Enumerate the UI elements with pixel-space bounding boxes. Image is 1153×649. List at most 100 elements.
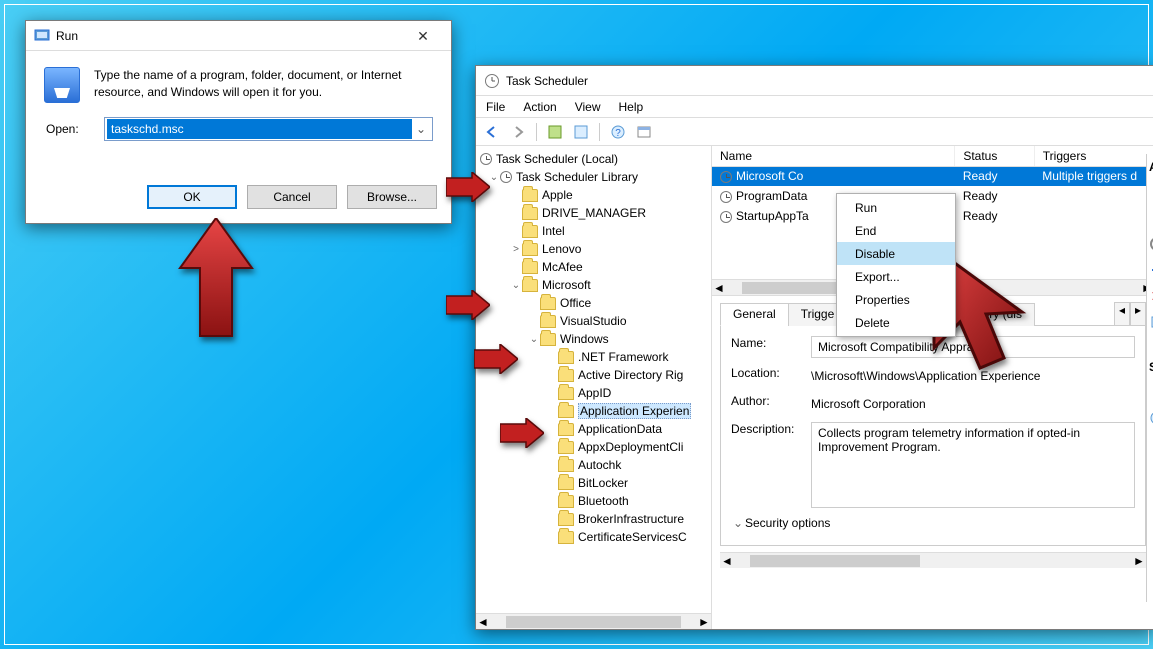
ts-toolbar: ?	[476, 118, 1153, 146]
detail-author-label: Author:	[731, 394, 811, 414]
tutorial-arrow-icon	[446, 172, 490, 202]
browse-button[interactable]: Browse...	[347, 185, 437, 209]
tree-node[interactable]: Intel	[478, 222, 709, 240]
ts-title: Task Scheduler	[506, 74, 1146, 88]
tutorial-arrow-icon	[500, 418, 544, 448]
folder-icon	[558, 531, 574, 544]
tree-node[interactable]: CertificateServicesC	[478, 528, 709, 546]
back-icon[interactable]	[482, 122, 502, 142]
run-icon	[34, 28, 50, 44]
folder-icon	[522, 261, 538, 274]
expander-icon[interactable]: ⌄	[528, 334, 540, 345]
folder-icon	[558, 423, 574, 436]
delete-icon[interactable]	[1149, 288, 1153, 304]
cancel-button[interactable]: Cancel	[247, 185, 337, 209]
tree-node[interactable]: Apple	[478, 186, 709, 204]
navigation-tree[interactable]: Task Scheduler (Local) ⌄ Task Scheduler …	[476, 146, 712, 629]
folder-icon	[522, 243, 538, 256]
run-task-icon[interactable]	[1149, 384, 1153, 400]
help-icon[interactable]: ?	[608, 122, 628, 142]
ts-menubar: File Action View Help	[476, 96, 1153, 118]
properties-icon[interactable]	[1149, 314, 1153, 330]
chevron-down-icon[interactable]: ⌄	[731, 516, 745, 530]
tutorial-arrow-icon	[176, 218, 256, 338]
folder-icon	[558, 369, 574, 382]
tutorial-arrow-icon	[474, 344, 518, 374]
tree-node[interactable]: ⌄Microsoft	[478, 276, 709, 294]
folder-icon	[522, 189, 538, 202]
security-options-label[interactable]: Security options	[745, 516, 830, 530]
tree-node[interactable]: Bluetooth	[478, 492, 709, 510]
col-status[interactable]: Status	[955, 146, 1034, 166]
open-combobox[interactable]: ⌄	[104, 117, 433, 141]
tree-root[interactable]: Task Scheduler (Local)	[496, 152, 618, 166]
folder-icon	[558, 441, 574, 454]
tree-node[interactable]: VisualStudio	[478, 312, 709, 330]
tree-node[interactable]: Office	[478, 294, 709, 312]
detail-description-field[interactable]: Collects program telemetry information i…	[811, 422, 1135, 508]
tree-node[interactable]: DRIVE_MANAGER	[478, 204, 709, 222]
expander-icon[interactable]: ⌄	[510, 280, 522, 291]
detail-hscrollbar[interactable]: ◄►	[720, 552, 1146, 568]
export-icon[interactable]	[1149, 262, 1153, 278]
tree-node[interactable]: >Lenovo	[478, 240, 709, 258]
ctx-run[interactable]: Run	[837, 196, 955, 219]
menu-help[interactable]: Help	[619, 100, 644, 114]
expander-icon[interactable]: >	[510, 244, 522, 255]
tab-general[interactable]: General	[720, 303, 789, 326]
ctx-properties[interactable]: Properties	[837, 288, 955, 311]
context-menu: Run End Disable Export... Properties Del…	[836, 193, 956, 337]
run-program-icon	[44, 67, 80, 103]
ok-button[interactable]: OK	[147, 185, 237, 209]
folder-icon	[558, 405, 574, 418]
col-triggers[interactable]: Triggers	[1034, 146, 1153, 166]
tree-node[interactable]: Autochk	[478, 456, 709, 474]
end-task-icon[interactable]	[1149, 210, 1153, 226]
tree-node[interactable]: BrokerInfrastructure	[478, 510, 709, 528]
folder-icon	[540, 333, 556, 346]
clock-icon	[720, 171, 732, 183]
clock-icon	[720, 211, 732, 223]
forward-icon[interactable]	[508, 122, 528, 142]
properties-icon[interactable]	[571, 122, 591, 142]
open-input[interactable]	[107, 119, 412, 139]
run-titlebar[interactable]: Run ✕	[26, 21, 451, 51]
actions-header: A	[1149, 160, 1153, 174]
ctx-delete[interactable]: Delete	[837, 311, 955, 334]
folder-icon	[540, 297, 556, 310]
tab-scroll-right-icon[interactable]: ▸	[1130, 302, 1146, 325]
ctx-disable[interactable]: Disable	[837, 242, 955, 265]
tree-node[interactable]: AppID	[478, 384, 709, 402]
detail-location-label: Location:	[731, 366, 811, 386]
disable-icon[interactable]	[1149, 236, 1153, 252]
folder-icon	[522, 207, 538, 220]
close-icon[interactable]: ✕	[403, 24, 443, 48]
menu-file[interactable]: File	[486, 100, 505, 114]
menu-view[interactable]: View	[575, 100, 601, 114]
chevron-down-icon[interactable]: ⌄	[412, 122, 430, 136]
table-row[interactable]: Microsoft CoReadyMultiple triggers d	[712, 166, 1153, 186]
detail-author: Microsoft Corporation	[811, 394, 1135, 414]
tree-hscrollbar[interactable]: ◄►	[476, 613, 711, 629]
folder-icon	[522, 225, 538, 238]
detail-description-label: Description:	[731, 422, 811, 508]
refresh-icon[interactable]	[545, 122, 565, 142]
tree-node[interactable]: McAfee	[478, 258, 709, 276]
run-task-icon[interactable]	[1149, 184, 1153, 200]
svg-text:?: ?	[615, 128, 621, 139]
menu-action[interactable]: Action	[523, 100, 556, 114]
folder-icon	[558, 387, 574, 400]
help-icon[interactable]	[1149, 410, 1153, 426]
folder-icon	[540, 315, 556, 328]
ts-titlebar[interactable]: Task Scheduler	[476, 66, 1153, 96]
col-name[interactable]: Name	[712, 146, 955, 166]
actions-panel[interactable]: A S	[1146, 154, 1153, 602]
panel-icon[interactable]	[634, 122, 654, 142]
run-dialog: Run ✕ Type the name of a program, folder…	[25, 20, 452, 224]
tree-library[interactable]: Task Scheduler Library	[516, 170, 638, 184]
tab-scroll-left-icon[interactable]: ◂	[1114, 302, 1130, 325]
folder-icon	[558, 495, 574, 508]
ctx-export[interactable]: Export...	[837, 265, 955, 288]
ctx-end[interactable]: End	[837, 219, 955, 242]
tree-node[interactable]: BitLocker	[478, 474, 709, 492]
